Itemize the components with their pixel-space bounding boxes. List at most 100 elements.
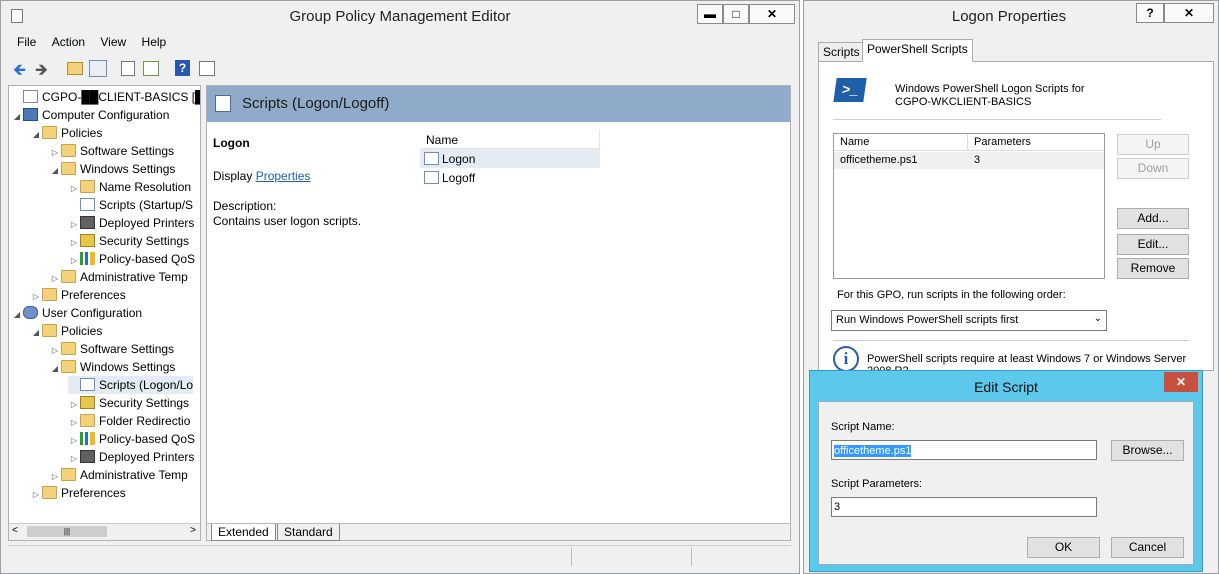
- export-list-icon[interactable]: [143, 61, 159, 76]
- toolbar: 🡸 🡺 ?: [9, 57, 789, 81]
- tree-item[interactable]: ▷ Deployed Printers: [68, 448, 194, 466]
- scroll-right-icon[interactable]: >: [190, 525, 196, 536]
- collapse-arrow-icon[interactable]: ◢: [11, 108, 23, 126]
- tree-item[interactable]: ▷ Administrative Temp: [49, 268, 188, 286]
- help-icon[interactable]: ?: [175, 60, 190, 76]
- tree-item[interactable]: ▷ Administrative Temp: [49, 466, 188, 484]
- tree-item[interactable]: ▷ Name Resolution: [68, 178, 191, 196]
- tab-powershell-scripts[interactable]: PowerShell Scripts: [862, 39, 973, 62]
- tree-item[interactable]: ◢ Windows Settings: [49, 160, 175, 178]
- scripts-list[interactable]: Name Parameters officetheme.ps1 3: [833, 133, 1105, 279]
- heading-separator: [833, 119, 1161, 120]
- tree-item[interactable]: ▷ Deployed Printers: [68, 214, 194, 232]
- pane-header: Scripts (Logon/Logoff): [207, 86, 790, 122]
- down-button[interactable]: Down: [1117, 158, 1189, 179]
- cancel-button[interactable]: Cancel: [1111, 537, 1184, 558]
- tree-item-label: Software Settings: [80, 144, 175, 158]
- window-title: Group Policy Management Editor: [289, 8, 511, 25]
- tree-item[interactable]: ▷ Policy-based QoS: [68, 430, 195, 448]
- script-name-field[interactable]: officetheme.ps1: [831, 440, 1097, 460]
- status-divider: [691, 548, 692, 566]
- tree-item[interactable]: ▷ Software Settings: [49, 340, 174, 358]
- back-arrow-icon[interactable]: 🡸: [13, 59, 26, 86]
- gpme-window: Group Policy Management Editor ▬ □ ✕ Fil…: [0, 0, 800, 574]
- gpme-titlebar: Group Policy Management Editor ▬ □ ✕: [1, 1, 799, 31]
- list-item-logoff[interactable]: Logoff: [420, 168, 600, 187]
- tree-item[interactable]: ◢ Computer Configuration: [11, 106, 169, 124]
- properties-link[interactable]: Properties: [256, 169, 311, 183]
- list-item-logon[interactable]: Logon: [420, 149, 600, 168]
- scroll-left-icon[interactable]: <: [12, 525, 18, 536]
- collapse-arrow-icon[interactable]: ◢: [11, 306, 23, 324]
- close-button[interactable]: ✕: [1164, 3, 1214, 23]
- tree-item-label: Deployed Printers: [99, 216, 195, 230]
- list-header[interactable]: Name: [420, 130, 600, 149]
- heading-line-1: Windows PowerShell Logon Scripts for: [895, 83, 1085, 95]
- minimize-button[interactable]: ▬: [697, 4, 723, 24]
- info-separator: [833, 340, 1189, 341]
- tree-item[interactable]: Scripts (Startup/S: [68, 196, 193, 214]
- tree-item[interactable]: ▷ Security Settings: [68, 394, 189, 412]
- close-button[interactable]: ✕: [1164, 372, 1198, 392]
- tree-item[interactable]: ◢ User Configuration: [11, 304, 142, 322]
- tree-item[interactable]: ▷ Policy-based QoS: [68, 250, 195, 268]
- menu-file[interactable]: File: [11, 35, 42, 49]
- script-name-value: officetheme.ps1: [834, 445, 912, 457]
- tab-extended[interactable]: Extended: [211, 524, 276, 541]
- view-tabs: Extended Standard: [207, 523, 790, 541]
- maximize-button[interactable]: □: [723, 4, 749, 24]
- menu-help[interactable]: Help: [136, 35, 173, 49]
- detail-title: Logon: [213, 136, 250, 150]
- pane-header-title: Scripts (Logon/Logoff): [242, 95, 390, 112]
- close-button[interactable]: ✕: [749, 4, 795, 24]
- tree-item[interactable]: ◢ Policies: [30, 322, 102, 340]
- tree-item-label: Windows Settings: [80, 162, 176, 176]
- show-hide-tree-icon[interactable]: [89, 60, 107, 77]
- col-header-name[interactable]: Name: [834, 134, 968, 151]
- scroll-thumb[interactable]: |||: [27, 526, 107, 537]
- table-row[interactable]: officetheme.ps1 3: [834, 152, 1104, 169]
- browse-button[interactable]: Browse...: [1111, 440, 1184, 461]
- logon-properties-titlebar: Logon Properties ? ✕: [804, 1, 1218, 31]
- tree-item-label: Folder Redirectio: [99, 414, 191, 428]
- tree-item[interactable]: Scripts (Logon/Lo: [68, 376, 194, 394]
- collapse-arrow-icon[interactable]: ◢: [49, 360, 61, 378]
- edit-button[interactable]: Edit...: [1117, 234, 1189, 255]
- order-select[interactable]: Run Windows PowerShell scripts first ⌄: [831, 310, 1107, 331]
- powershell-icon: >_: [833, 78, 867, 102]
- folder-icon: [42, 126, 57, 139]
- ok-button[interactable]: OK: [1027, 537, 1100, 558]
- forward-arrow-icon[interactable]: 🡺: [35, 59, 48, 86]
- tree-item[interactable]: ◢ Policies: [30, 124, 102, 142]
- remove-button[interactable]: Remove: [1117, 258, 1189, 279]
- add-button[interactable]: Add...: [1117, 208, 1189, 229]
- tree-item[interactable]: ▷ Software Settings: [49, 142, 174, 160]
- up-folder-icon[interactable]: [67, 62, 83, 75]
- tree-hscrollbar[interactable]: < ||| >: [9, 523, 200, 540]
- chevron-down-icon[interactable]: ⌄: [1094, 313, 1102, 324]
- up-button[interactable]: Up: [1117, 134, 1189, 155]
- list-item-label: Logon: [442, 152, 476, 166]
- tab-standard[interactable]: Standard: [277, 524, 340, 541]
- expand-arrow-icon[interactable]: ▷: [30, 486, 42, 504]
- tree-item[interactable]: ▷ Security Settings: [68, 232, 189, 250]
- collapse-arrow-icon[interactable]: ◢: [30, 324, 42, 342]
- tree-item[interactable]: ◢ Windows Settings: [49, 358, 175, 376]
- menu-view[interactable]: View: [94, 35, 132, 49]
- folder-icon: [61, 162, 76, 175]
- tree-item-label: Security Settings: [99, 396, 190, 410]
- script-parameters-field[interactable]: 3: [831, 497, 1097, 517]
- collapse-arrow-icon[interactable]: ◢: [49, 162, 61, 180]
- col-header-parameters[interactable]: Parameters: [968, 134, 1104, 151]
- action-pane-icon[interactable]: [199, 61, 215, 76]
- tab-scripts[interactable]: Scripts: [818, 42, 865, 62]
- tree-item[interactable]: ▷ Folder Redirectio: [68, 412, 190, 430]
- menu-action[interactable]: Action: [46, 35, 91, 49]
- list-header-name: Name: [426, 133, 459, 147]
- properties-icon[interactable]: [121, 61, 135, 76]
- collapse-arrow-icon[interactable]: ◢: [30, 126, 42, 144]
- help-button[interactable]: ?: [1136, 3, 1164, 23]
- tree-item[interactable]: CGPO-██CLIENT-BASICS [██: [11, 88, 200, 106]
- tree-item[interactable]: ▷ Preferences: [30, 484, 126, 502]
- tree-item[interactable]: ▷ Preferences: [30, 286, 126, 304]
